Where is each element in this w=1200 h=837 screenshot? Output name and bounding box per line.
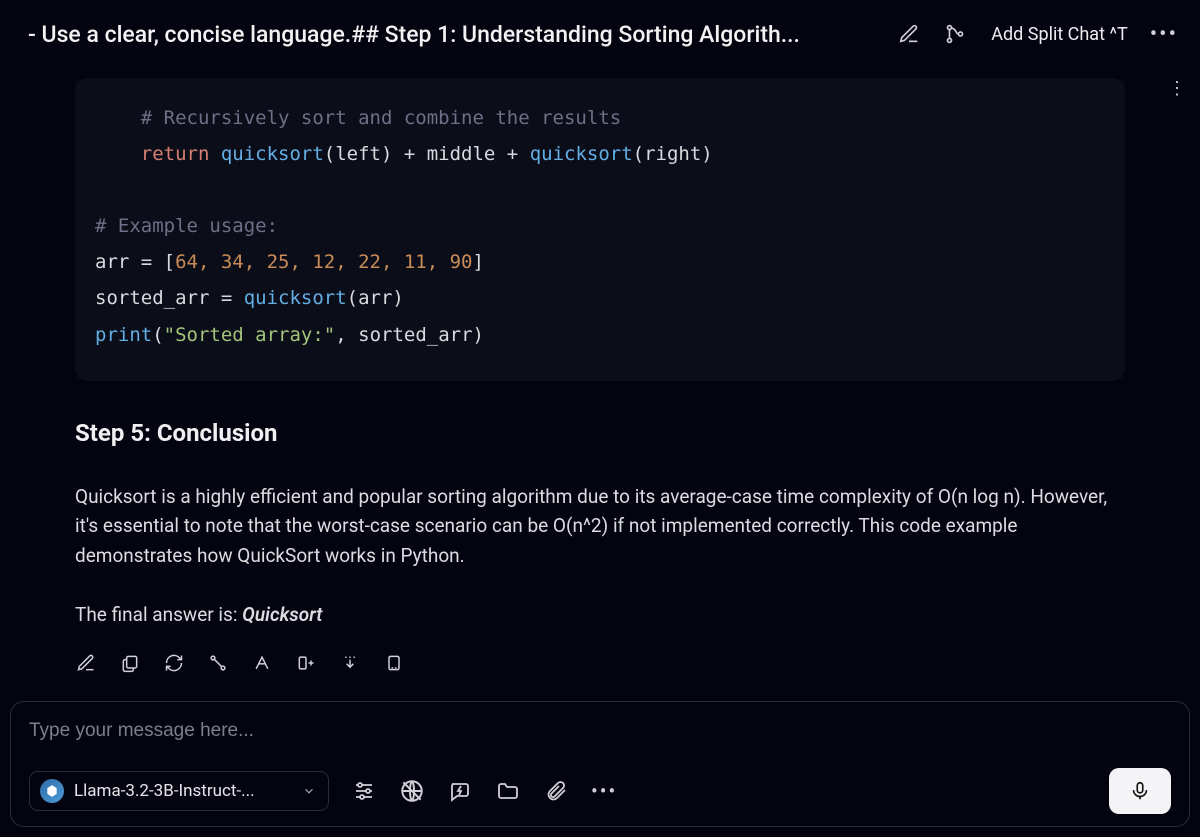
code-fn: quicksort bbox=[530, 143, 633, 165]
folder-icon[interactable] bbox=[495, 778, 521, 804]
section-heading: Step 5: Conclusion bbox=[75, 415, 1125, 452]
final-answer-prefix: The final answer is: bbox=[75, 603, 242, 626]
final-answer-value: Quicksort bbox=[242, 603, 322, 626]
final-answer-line: The final answer is: Quicksort bbox=[75, 600, 1125, 629]
code-string: "Sorted array:" bbox=[164, 324, 336, 346]
code-keyword: return bbox=[95, 143, 209, 165]
more-menu-icon[interactable]: ••• bbox=[1150, 22, 1178, 47]
code-text: sorted_arr = bbox=[95, 287, 244, 309]
branch-message-icon[interactable] bbox=[207, 652, 229, 674]
clipboard-icon[interactable] bbox=[383, 652, 405, 674]
header-actions: Add Split Chat ^T ••• bbox=[895, 20, 1178, 48]
copy-icon[interactable] bbox=[119, 652, 141, 674]
chat-content: ⋮ # Recursively sort and combine the res… bbox=[0, 68, 1200, 687]
code-fn: quicksort bbox=[209, 143, 323, 165]
message-actions bbox=[75, 652, 1125, 674]
model-avatar-icon bbox=[40, 779, 64, 803]
more-tools-icon[interactable]: ••• bbox=[591, 779, 617, 803]
quick-prompt-icon[interactable] bbox=[447, 778, 473, 804]
input-tools: ••• bbox=[351, 778, 617, 804]
branch-icon[interactable] bbox=[941, 20, 969, 48]
message-input[interactable] bbox=[29, 720, 1171, 742]
microphone-button[interactable] bbox=[1109, 768, 1171, 814]
code-text: (right) bbox=[633, 143, 713, 165]
continue-icon[interactable] bbox=[251, 652, 273, 674]
code-text: arr = [ bbox=[95, 251, 175, 273]
code-numbers: 64, 34, 25, 12, 22, 11, 90 bbox=[175, 251, 472, 273]
code-text: , sorted_arr) bbox=[335, 324, 484, 346]
insert-right-icon[interactable] bbox=[295, 652, 317, 674]
add-split-chat-button[interactable]: Add Split Chat ^T bbox=[987, 24, 1131, 45]
attach-icon[interactable] bbox=[543, 778, 569, 804]
message-vertical-menu-icon[interactable]: ⋮ bbox=[1168, 86, 1186, 92]
app-header: - Use a clear, concise language.## Step … bbox=[0, 0, 1200, 68]
message-input-bar: Llama-3.2-3B-Instruct-... ••• bbox=[10, 701, 1190, 827]
conclusion-paragraph: Quicksort is a highly efficient and popu… bbox=[75, 482, 1125, 570]
code-comment: # Recursively sort and combine the resul… bbox=[95, 107, 621, 129]
code-text: (left) + middle + bbox=[324, 143, 530, 165]
model-selector[interactable]: Llama-3.2-3B-Instruct-... bbox=[29, 771, 329, 811]
code-fn: quicksort bbox=[244, 287, 347, 309]
download-icon[interactable] bbox=[339, 652, 361, 674]
chevron-down-icon bbox=[302, 784, 316, 798]
code-fn: print bbox=[95, 324, 152, 346]
globe-disabled-icon[interactable] bbox=[399, 778, 425, 804]
code-text: ( bbox=[152, 324, 163, 346]
input-toolbar: Llama-3.2-3B-Instruct-... ••• bbox=[29, 768, 1171, 814]
model-name-label: Llama-3.2-3B-Instruct-... bbox=[74, 781, 292, 801]
regenerate-icon[interactable] bbox=[163, 652, 185, 674]
settings-sliders-icon[interactable] bbox=[351, 778, 377, 804]
code-comment: # Example usage: bbox=[95, 215, 278, 237]
code-block: # Recursively sort and combine the resul… bbox=[75, 78, 1125, 381]
edit-icon[interactable] bbox=[895, 20, 923, 48]
chat-title: - Use a clear, concise language.## Step … bbox=[28, 21, 885, 48]
code-text: (arr) bbox=[347, 287, 404, 309]
edit-message-icon[interactable] bbox=[75, 652, 97, 674]
code-text: ] bbox=[473, 251, 484, 273]
